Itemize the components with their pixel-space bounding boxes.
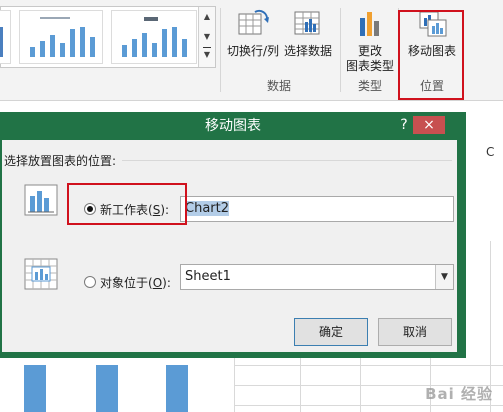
- chart-style-thumbnail[interactable]: [0, 10, 11, 64]
- change-chart-type-icon: [360, 12, 379, 36]
- thumbnail-bar: [90, 37, 95, 57]
- switch-row-column-icon: [238, 9, 269, 35]
- watermark: Bai 经验: [425, 385, 493, 403]
- switch-row-column-button[interactable]: 切换行/列: [224, 8, 282, 68]
- ok-button[interactable]: 确定: [294, 318, 368, 346]
- move-chart-dialog: 移动图表 ? × 选择放置图表的位置: 新工作表(S): Chart2 对象位于…: [0, 112, 466, 358]
- thumbnail-bar: [30, 47, 35, 57]
- scroll-down-icon[interactable]: ▼: [199, 27, 215, 47]
- object-in-label[interactable]: 对象位于(O):: [100, 274, 171, 291]
- thumbnail-bar: [132, 39, 137, 57]
- scroll-up-icon[interactable]: ▲: [199, 7, 215, 27]
- change-chart-type-label-line2: 图表类型: [345, 59, 394, 73]
- select-data-button[interactable]: 选择数据: [282, 8, 334, 68]
- thumbnail-bar: [80, 27, 85, 57]
- new-sheet-name-value: Chart2: [185, 201, 229, 216]
- thumbnail-bar: [142, 33, 147, 57]
- type-group-label: 类型: [357, 79, 382, 93]
- chart-bar: [96, 365, 118, 412]
- ribbon-separator: [220, 8, 221, 92]
- change-chart-type-label: 更改 图表类型: [344, 44, 396, 74]
- gallery-more-icon[interactable]: ▼: [203, 47, 211, 68]
- thumbnail-bar: [0, 27, 3, 57]
- thumbnail-bar: [40, 41, 45, 57]
- thumbnail-bar: [60, 43, 65, 57]
- object-in-label-suffix: ):: [162, 276, 171, 290]
- thumbnail-bar: [122, 45, 127, 57]
- close-button[interactable]: ×: [413, 116, 445, 134]
- chart-style-gallery[interactable]: ▲ ▼ ▼: [0, 6, 216, 68]
- thumbnail-title-line: [144, 17, 158, 21]
- chart-style-thumbnail[interactable]: [19, 10, 103, 64]
- object-in-label-prefix: 对象位于(: [100, 276, 153, 290]
- thumbnail-bar: [70, 29, 75, 57]
- grid-line: [234, 365, 503, 366]
- prompt-divider: [122, 160, 452, 161]
- object-in-sheet-value: Sheet1: [185, 269, 231, 284]
- cancel-button[interactable]: 取消: [378, 318, 452, 346]
- thumbnail-bar: [50, 35, 55, 57]
- ribbon: ▲ ▼ ▼ 切换行/列 选择数据 数据 更改 图表类型 类型 移动图表 位置: [0, 0, 503, 101]
- grid-line: [234, 405, 503, 406]
- object-in-radio[interactable]: [84, 276, 96, 288]
- chevron-down-icon[interactable]: ▼: [435, 265, 453, 289]
- thumbnail-bar: [152, 43, 157, 57]
- new-sheet-chart-icon: [24, 184, 58, 216]
- object-in-sheet-icon: [24, 258, 58, 290]
- thumbnail-bar: [182, 39, 187, 57]
- dialog-body: 选择放置图表的位置: 新工作表(S): Chart2 对象位于(O): Shee…: [2, 140, 457, 352]
- help-button[interactable]: ?: [396, 112, 412, 140]
- ribbon-separator: [340, 8, 341, 92]
- object-in-accelerator: O: [152, 276, 163, 290]
- thumbnail-bar: [172, 27, 177, 57]
- select-data-icon: [294, 11, 320, 35]
- column-header-c: C: [486, 145, 495, 159]
- chart-bar: [166, 365, 188, 412]
- new-sheet-name-input[interactable]: Chart2: [180, 196, 454, 222]
- placement-prompt: 选择放置图表的位置:: [4, 154, 117, 168]
- change-chart-type-button[interactable]: 更改 图表类型: [344, 8, 396, 74]
- chart-bar: [24, 365, 46, 412]
- chart-style-thumbnail[interactable]: [111, 10, 197, 64]
- select-data-label: 选择数据: [283, 44, 332, 58]
- new-sheet-highlight: [67, 183, 187, 225]
- switch-row-column-label: 切换行/列: [226, 44, 280, 58]
- data-group-label: 数据: [266, 79, 291, 93]
- object-in-sheet-select[interactable]: Sheet1 ▼: [180, 264, 454, 290]
- thumbnail-bar: [162, 29, 167, 57]
- gallery-scrollbar[interactable]: ▲ ▼ ▼: [198, 7, 215, 67]
- change-chart-type-label-line1: 更改: [357, 44, 382, 58]
- thumbnail-title-line: [40, 17, 70, 19]
- move-chart-highlight: [398, 10, 464, 100]
